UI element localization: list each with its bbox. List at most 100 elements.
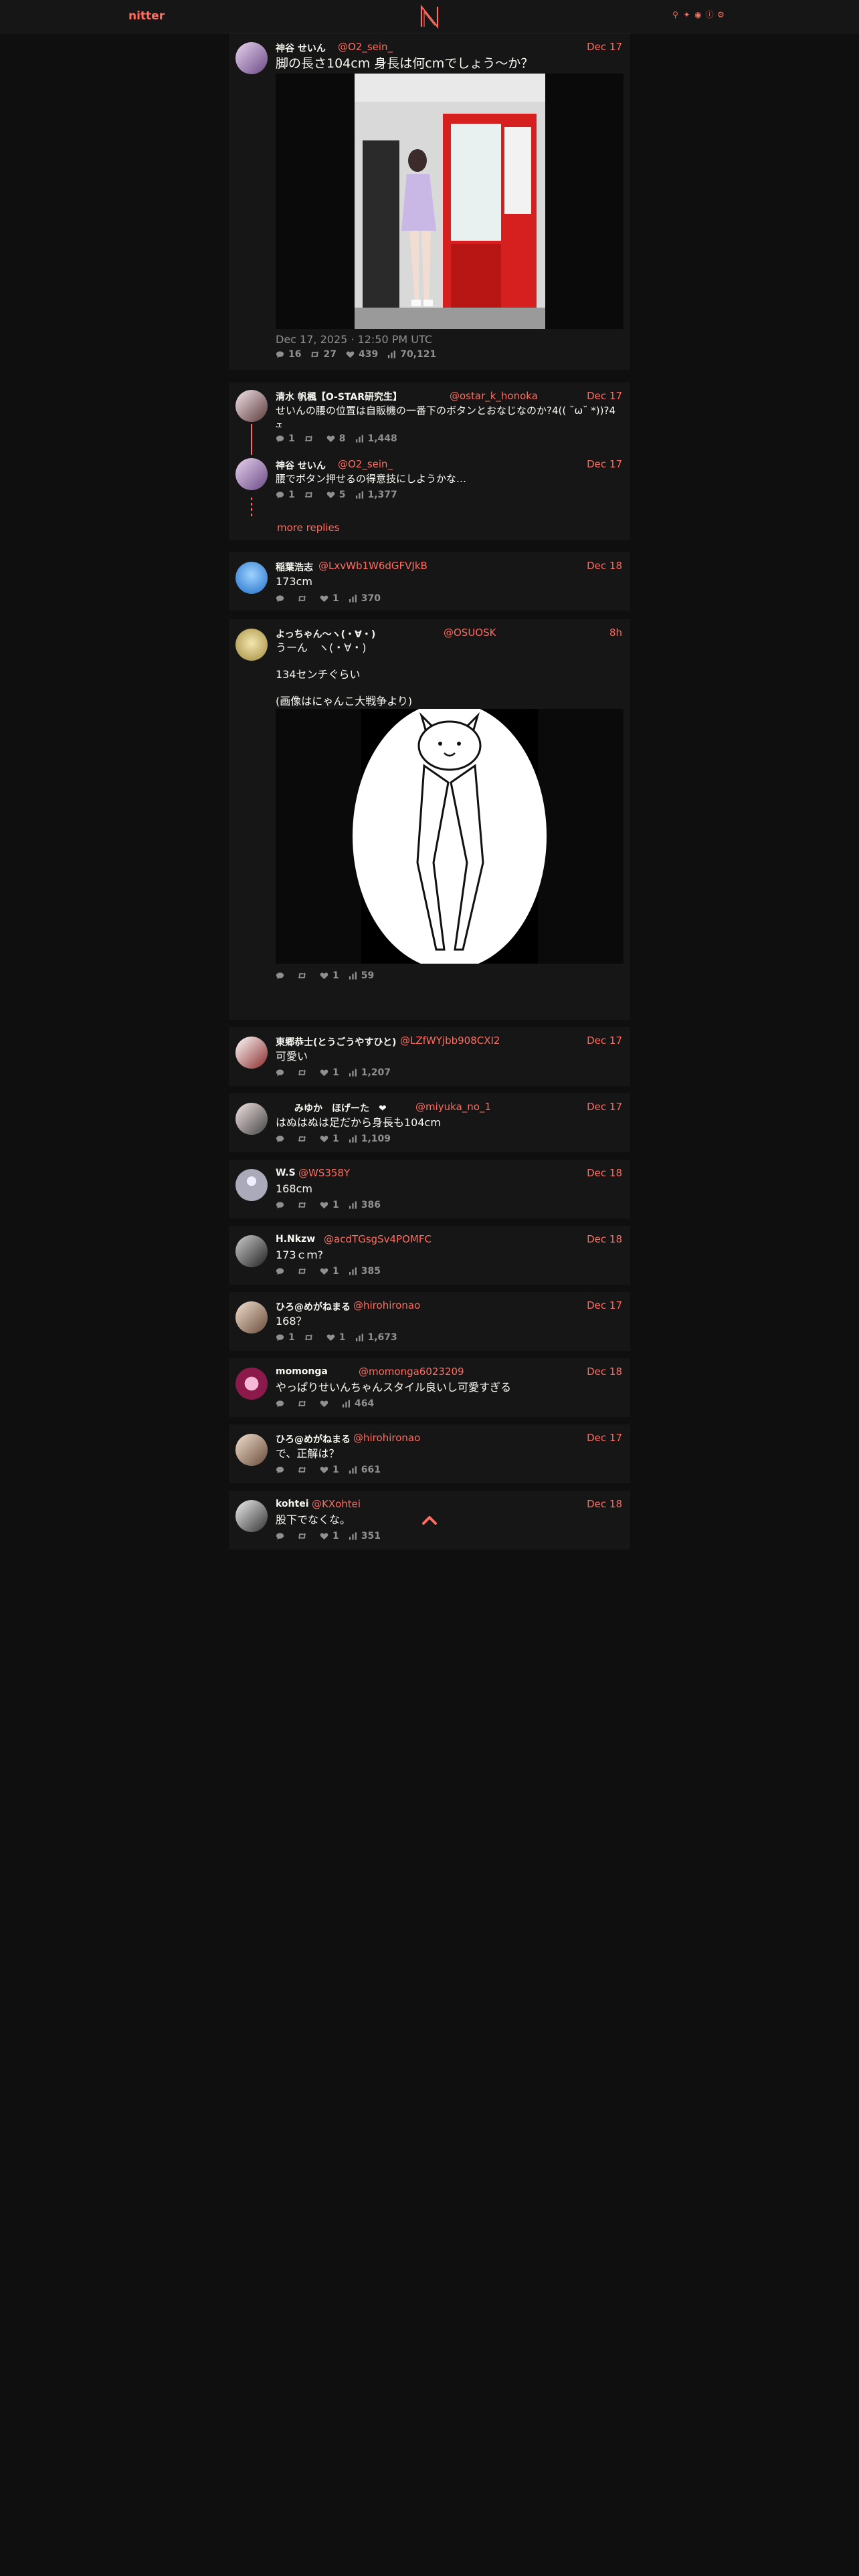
tweet-date[interactable]: Dec 17 (587, 1432, 622, 1444)
brand-link[interactable]: nitter (128, 9, 165, 23)
tweet-username[interactable]: @miyuka_no_1 (415, 1101, 491, 1113)
avatar[interactable] (235, 1103, 268, 1135)
avatar[interactable] (235, 562, 268, 594)
reply-count[interactable] (276, 970, 288, 981)
like-count[interactable]: 1 (326, 1332, 346, 1343)
retweet-count[interactable] (298, 593, 310, 604)
tweet-username[interactable]: @momonga6023209 (359, 1366, 464, 1378)
info-icon[interactable]: ⓘ (705, 11, 714, 19)
retweet-count[interactable] (298, 1067, 310, 1078)
reply-count[interactable] (276, 1067, 288, 1078)
tweet-username[interactable]: @hirohironao (353, 1299, 420, 1311)
avatar[interactable] (235, 629, 268, 661)
tweet-fullname[interactable]: ひろ@めがねまる (276, 1300, 351, 1313)
reply-count[interactable] (276, 1531, 288, 1541)
like-count[interactable]: 1 (320, 593, 339, 604)
tweet-fullname[interactable]: ひろ@めがねまる (276, 1432, 351, 1446)
reply-count[interactable] (276, 1266, 288, 1277)
tweet-username[interactable]: @LxvWb1W6dGFVJkB (318, 560, 427, 572)
search-icon[interactable]: ⚲ (671, 11, 680, 19)
retweet-count[interactable] (304, 433, 317, 444)
retweet-count[interactable] (298, 1134, 310, 1144)
reply-count[interactable] (276, 1200, 288, 1210)
like-count[interactable]: 1 (320, 1266, 339, 1277)
retweet-count[interactable] (304, 1332, 317, 1343)
avatar[interactable] (235, 1037, 268, 1069)
tweet-username[interactable]: @O2_sein_ (338, 458, 393, 470)
avatar[interactable] (235, 1235, 268, 1267)
tweet-date[interactable]: Dec 18 (587, 1498, 622, 1510)
tweet-username[interactable]: @hirohironao (353, 1432, 420, 1444)
rss-icon[interactable]: ◉ (694, 11, 702, 19)
retweet-count[interactable] (298, 1531, 310, 1541)
like-count[interactable]: 1 (320, 1200, 339, 1210)
reply-tweet[interactable]: 稲葉浩志 @LxvWb1W6dGFVJkB Dec 18 173cm 1 370 (229, 552, 630, 611)
retweet-count[interactable] (298, 970, 310, 981)
like-count[interactable]: 8 (326, 433, 346, 444)
reply-tweet[interactable]: W.S @WS358Y Dec 18 168cm 1 386 (229, 1160, 630, 1218)
tweet-fullname[interactable]: 東郷恭士(とうごうやすひと) (276, 1035, 396, 1049)
reply-tweet[interactable]: momonga @momonga6023209 Dec 18 やっぱりせいんちゃ… (229, 1358, 630, 1417)
reply-tweet[interactable]: 東郷恭士(とうごうやすひと) @LZfWYjbb908CXI2 Dec 17 可… (229, 1027, 630, 1086)
tweet-fullname[interactable]: W.S (276, 1168, 296, 1178)
reply-count[interactable] (276, 593, 288, 604)
retweet-count[interactable]: 27 (310, 349, 337, 360)
tweet-date[interactable]: Dec 17 (587, 41, 622, 53)
tweet-fullname[interactable]: 神谷 せいん (276, 459, 326, 472)
reply-count[interactable]: 1 (276, 433, 295, 444)
like-count[interactable]: 1 (320, 1531, 339, 1541)
tweet-date[interactable]: Dec 17 (587, 390, 622, 402)
like-count[interactable]: 439 (346, 349, 378, 360)
reply-tweet[interactable]: みゆか ほげーた ❤︎ @miyuka_no_1 Dec 17 はぬはぬは足だか… (229, 1093, 630, 1152)
tweet-date[interactable]: Dec 17 (587, 1101, 622, 1113)
avatar[interactable] (235, 1301, 268, 1333)
tweet-date[interactable]: Dec 18 (587, 1366, 622, 1378)
thread-tweet[interactable]: 清水 帆楓【O-STAR研究生】 @ostar_k_honoka Dec 17 … (229, 383, 630, 456)
settings-icon[interactable]: ⚙ (717, 11, 725, 19)
tweet-date[interactable]: 8h (609, 627, 622, 639)
like-count[interactable]: 1 (320, 970, 339, 981)
reply-count[interactable] (276, 1134, 288, 1144)
reply-count[interactable] (276, 1465, 288, 1475)
nitter-logo-icon[interactable] (419, 4, 440, 29)
avatar[interactable] (235, 1500, 268, 1532)
retweet-count[interactable] (298, 1200, 310, 1210)
tweet-date[interactable]: Dec 18 (587, 560, 622, 572)
avatar[interactable] (235, 1434, 268, 1466)
tweet-fullname[interactable]: momonga (276, 1366, 328, 1377)
tweet-date[interactable]: Dec 17 (587, 458, 622, 470)
avatar[interactable] (235, 390, 268, 422)
tweet-username[interactable]: @ostar_k_honoka (450, 390, 538, 402)
tweet-date[interactable]: Dec 18 (587, 1233, 622, 1245)
tweet-username[interactable]: @WS358Y (298, 1167, 350, 1179)
retweet-count[interactable] (298, 1398, 310, 1409)
like-count[interactable]: 1 (320, 1134, 339, 1144)
twitter-icon[interactable]: ✦ (682, 11, 691, 19)
tweet-username[interactable]: @O2_sein_ (338, 41, 393, 53)
like-count[interactable]: 5 (326, 490, 346, 500)
retweet-count[interactable] (298, 1465, 310, 1475)
reply-count[interactable]: 1 (276, 490, 295, 500)
reply-count[interactable]: 1 (276, 1332, 295, 1343)
avatar[interactable] (235, 1368, 268, 1400)
tweet-username[interactable]: @OSUOSK (444, 627, 496, 639)
like-count[interactable] (320, 1398, 332, 1409)
tweet-username[interactable]: @acdTGsgSv4POMFC (324, 1233, 432, 1245)
retweet-count[interactable] (304, 490, 317, 500)
tweet-fullname[interactable]: よっちゃん〜ヽ(・∀・) (276, 627, 375, 641)
tweet-fullname[interactable]: みゆか ほげーた ❤︎ (294, 1101, 387, 1115)
tweet-fullname[interactable]: 清水 帆楓【O-STAR研究生】 (276, 390, 402, 403)
like-count[interactable]: 1 (320, 1465, 339, 1475)
reply-tweet[interactable]: よっちゃん〜ヽ(・∀・) @OSUOSK 8h うーん ヽ(・∀・) 134セン… (229, 619, 630, 1020)
avatar[interactable] (235, 458, 268, 490)
back-to-top-icon[interactable] (421, 1515, 438, 1525)
tweet-username[interactable]: @KXohtei (312, 1498, 361, 1510)
avatar[interactable] (235, 1169, 268, 1201)
reply-count[interactable]: 16 (276, 349, 301, 360)
tweet-fullname[interactable]: kohtei (276, 1499, 309, 1509)
tweet-fullname[interactable]: H.Nkzw (276, 1234, 315, 1245)
tweet-date[interactable]: Dec 18 (587, 1167, 622, 1179)
tweet-fullname[interactable]: 神谷 せいん (276, 41, 326, 55)
tweet-date[interactable]: Dec 17 (587, 1035, 622, 1047)
retweet-count[interactable] (298, 1266, 310, 1277)
